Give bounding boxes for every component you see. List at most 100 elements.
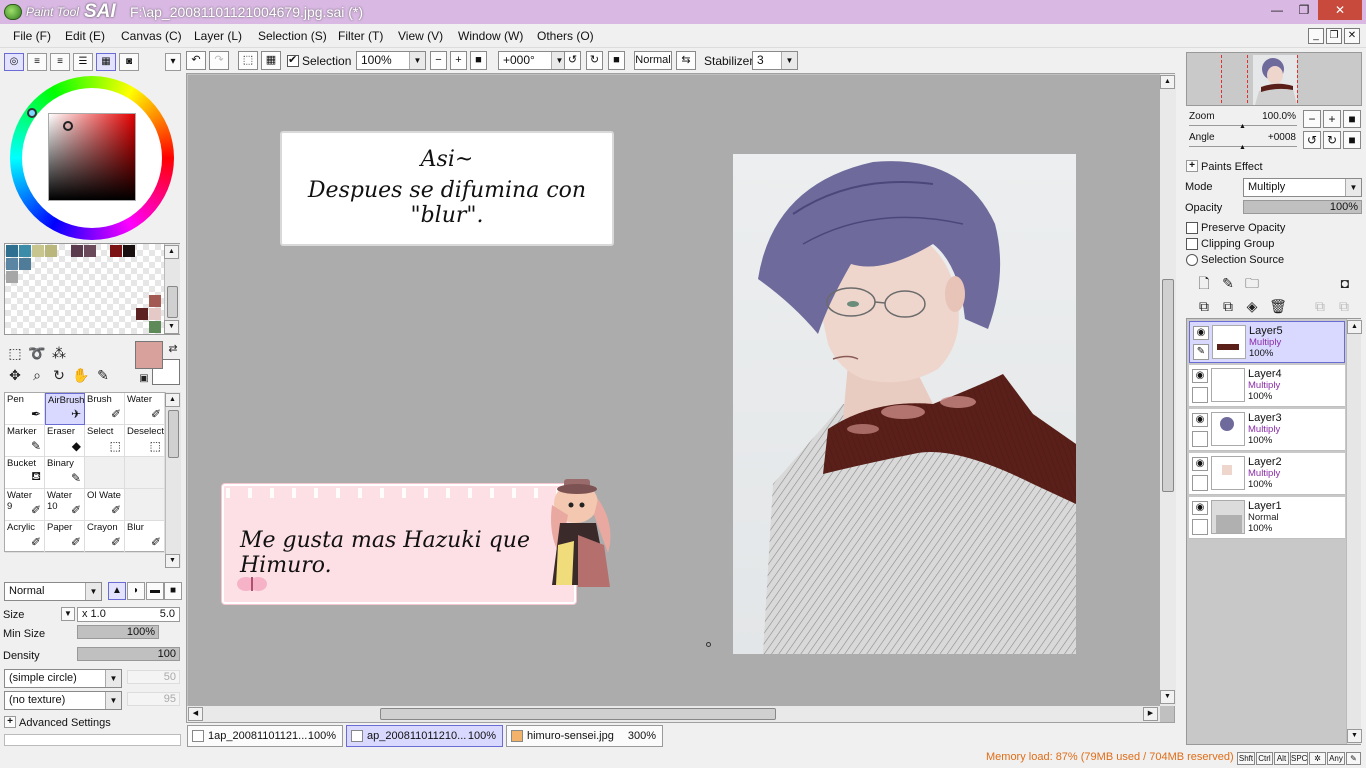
key-space-indicator[interactable]: SPC bbox=[1290, 752, 1308, 765]
nav-zoom-in-button[interactable]: + bbox=[1323, 110, 1341, 128]
swatches-tab[interactable]: ▦ bbox=[96, 53, 116, 71]
merge-down-button[interactable]: ⧉ bbox=[1219, 297, 1237, 315]
swatch[interactable] bbox=[149, 308, 161, 320]
swatch[interactable] bbox=[110, 245, 122, 257]
scrollbar-thumb[interactable] bbox=[168, 410, 179, 458]
clipping-group-checkbox[interactable] bbox=[1186, 238, 1198, 250]
scroll-right-button[interactable]: ▶ bbox=[1143, 707, 1158, 721]
close-button[interactable]: ✕ bbox=[1318, 0, 1362, 20]
layer-item-layer2[interactable]: ◉ Layer2 Multiply 100% bbox=[1189, 453, 1345, 495]
swatch[interactable] bbox=[32, 245, 44, 257]
layer-pen-toggle[interactable] bbox=[1192, 387, 1208, 403]
brush-shape-square[interactable]: ■ bbox=[164, 582, 182, 600]
blend-mode-select[interactable]: Normal ▼ bbox=[4, 582, 102, 601]
deselect-button[interactable]: ⬚ bbox=[238, 51, 258, 70]
mixer-tab[interactable]: ☰ bbox=[73, 53, 93, 71]
hand-tool[interactable]: ✋ bbox=[72, 366, 90, 384]
brush-empty-slot[interactable] bbox=[125, 457, 165, 489]
selection-source-radio[interactable] bbox=[1186, 254, 1198, 266]
brush-empty-slot[interactable] bbox=[85, 457, 125, 489]
swatch[interactable] bbox=[19, 258, 31, 270]
brush-acrylic[interactable]: Acrylic ✐ bbox=[5, 521, 45, 553]
saturation-value-square[interactable] bbox=[48, 113, 136, 201]
brush-deselect[interactable]: Deselect ⬚ bbox=[125, 425, 165, 457]
scroll-up-button[interactable]: ▲ bbox=[1347, 320, 1362, 334]
menu-layer[interactable]: Layer (L) bbox=[194, 29, 242, 43]
layer-mode-select[interactable]: Multiply ▼ bbox=[1243, 178, 1362, 197]
swatch-palette[interactable] bbox=[4, 243, 180, 335]
zoom-slider[interactable]: ▲ bbox=[1189, 123, 1297, 130]
zoom-out-button[interactable]: − bbox=[430, 51, 447, 70]
scroll-left-button[interactable]: ◀ bbox=[188, 707, 203, 721]
menu-file[interactable]: File (F) bbox=[13, 29, 51, 43]
brush-water[interactable]: Water ✐ bbox=[125, 393, 165, 425]
color-wheel-tab[interactable]: ◎ bbox=[4, 53, 24, 71]
pen-indicator[interactable]: ✎ bbox=[1346, 752, 1361, 765]
brush-oil-water[interactable]: Ol Wate ✐ bbox=[85, 489, 125, 521]
menu-canvas[interactable]: Canvas (C) bbox=[121, 29, 182, 43]
brush-paper[interactable]: Paper ✐ bbox=[45, 521, 85, 553]
doc-restore-button[interactable]: ❐ bbox=[1326, 28, 1342, 44]
zoom-in-button[interactable]: + bbox=[450, 51, 467, 70]
brush-empty-slot[interactable] bbox=[125, 489, 165, 521]
layer-pen-toggle[interactable] bbox=[1192, 475, 1208, 491]
merge-mask-button[interactable]: ⧉ bbox=[1335, 297, 1353, 315]
color-wheel[interactable] bbox=[10, 76, 174, 240]
delete-layer-button[interactable]: 🗑 bbox=[1269, 297, 1287, 315]
brush-bucket[interactable]: Bucket ⛾ bbox=[5, 457, 45, 489]
scroll-down-button[interactable]: ▼ bbox=[1347, 729, 1362, 743]
scroll-up-button[interactable]: ▲ bbox=[1160, 75, 1175, 89]
document-tab-2[interactable]: ap_200811011210... 100% bbox=[346, 725, 503, 747]
layer-visibility-toggle[interactable]: ◉ bbox=[1192, 413, 1208, 427]
brush-blur[interactable]: Blur ✐ bbox=[125, 521, 165, 553]
density-slider[interactable]: 100 bbox=[77, 647, 180, 661]
new-linework-layer-button[interactable]: ✎ bbox=[1219, 274, 1237, 292]
canvas-vertical-scrollbar[interactable]: ▲ ▼ bbox=[1160, 74, 1176, 706]
layer-scrollbar[interactable]: ▲ ▼ bbox=[1346, 319, 1362, 744]
rotate-left-button[interactable]: ↺ bbox=[564, 51, 581, 70]
brush-marker[interactable]: Marker ✎ bbox=[5, 425, 45, 457]
zoom-select[interactable]: 100% ▼ bbox=[356, 51, 426, 70]
layer-pen-toggle[interactable]: ✎ bbox=[1193, 344, 1209, 360]
swatch[interactable] bbox=[19, 245, 31, 257]
document-tab-3[interactable]: himuro-sensei.jpg 300% bbox=[506, 725, 663, 747]
apply-mask-button[interactable]: ⧉ bbox=[1311, 297, 1329, 315]
eyedropper-tool[interactable]: ✎ bbox=[94, 366, 112, 384]
sv-marker[interactable] bbox=[63, 121, 73, 131]
undo-button[interactable]: ↶ bbox=[186, 51, 206, 70]
rgb-slider-tab[interactable]: ≡ bbox=[27, 53, 47, 71]
rotate-right-button[interactable]: ↻ bbox=[586, 51, 603, 70]
key-any-indicator[interactable]: Any bbox=[1327, 752, 1345, 765]
min-size-slider[interactable]: 100% bbox=[77, 625, 159, 639]
brush-water-10[interactable]: Water 10 ✐ bbox=[45, 489, 85, 521]
navigator-preview[interactable] bbox=[1186, 52, 1362, 106]
scrollbar-thumb[interactable] bbox=[380, 708, 776, 720]
swatch[interactable] bbox=[6, 271, 18, 283]
new-folder-button[interactable]: 🗀 bbox=[1243, 274, 1261, 292]
scratchpad-tab[interactable]: ◙ bbox=[119, 53, 139, 71]
doc-close-button[interactable]: ✕ bbox=[1344, 28, 1360, 44]
swatch[interactable] bbox=[6, 258, 18, 270]
brush-select[interactable]: Select ⬚ bbox=[85, 425, 125, 457]
scroll-down-button[interactable]: ▼ bbox=[165, 554, 180, 568]
panel-menu-button[interactable]: ▾ bbox=[165, 53, 181, 71]
preserve-opacity-checkbox[interactable] bbox=[1186, 222, 1198, 234]
scroll-down-button[interactable]: ▼ bbox=[164, 320, 179, 334]
stabilizer-select[interactable]: 3 ▼ bbox=[752, 51, 798, 70]
clear-layer-button[interactable]: ◈ bbox=[1243, 297, 1261, 315]
brush-pen[interactable]: Pen ✒ bbox=[5, 393, 45, 425]
new-layer-button[interactable]: 🗋 bbox=[1195, 274, 1213, 292]
nav-rotate-reset-button[interactable]: ■ bbox=[1343, 131, 1361, 149]
brush-crayon[interactable]: Crayon ✐ bbox=[85, 521, 125, 553]
transfer-down-button[interactable]: ⧉ bbox=[1195, 297, 1213, 315]
advanced-settings-label[interactable]: Advanced Settings bbox=[19, 717, 111, 729]
flip-horizontal-button[interactable]: ⇆ bbox=[676, 51, 696, 70]
swatch[interactable] bbox=[45, 245, 57, 257]
layer-mask-button[interactable]: ◘ bbox=[1336, 274, 1354, 292]
scrollbar-thumb[interactable] bbox=[167, 286, 178, 318]
swatch[interactable] bbox=[71, 245, 83, 257]
scroll-down-button[interactable]: ▼ bbox=[1160, 690, 1175, 704]
brush-water-9[interactable]: Water 9 ✐ bbox=[5, 489, 45, 521]
rect-select-tool[interactable]: ⬚ bbox=[6, 344, 24, 362]
scrollbar-thumb[interactable] bbox=[1162, 279, 1174, 492]
